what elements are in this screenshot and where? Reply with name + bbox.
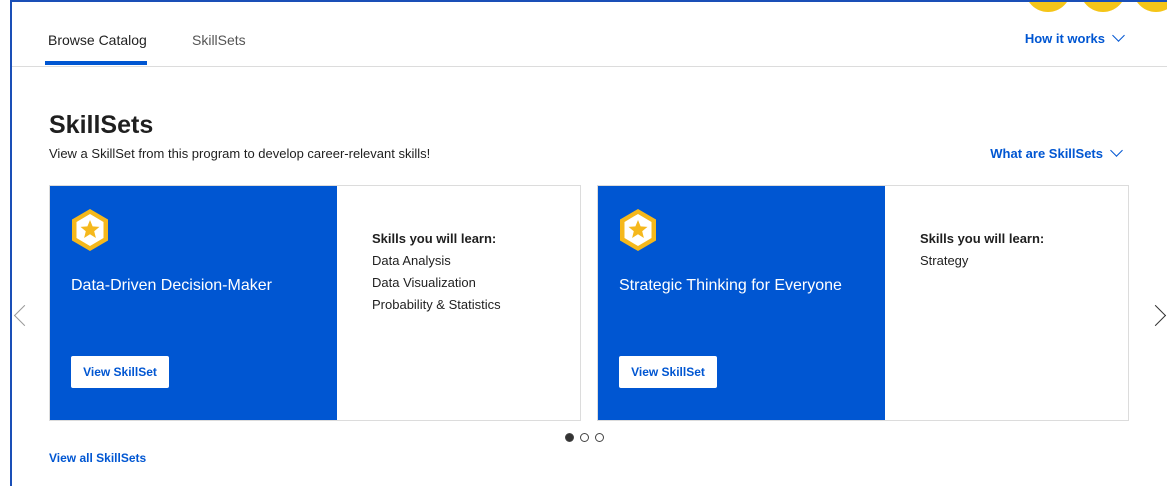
carousel-dot-3[interactable] [595,433,604,442]
skill-item: Probability & Statistics [372,297,501,312]
chevron-down-icon [1112,29,1125,42]
carousel-pagination [565,433,604,442]
frame-left-border [10,0,12,486]
section-title: SkillSets [49,111,154,139]
skills-list: Skills you will learn: Strategy [920,228,1044,272]
chevron-right-icon[interactable] [1144,304,1167,327]
skillset-card: Strategic Thinking for Everyone View Ski… [597,185,1129,421]
what-are-skillsets-label: What are SkillSets [990,146,1103,161]
tab-browse-catalog[interactable]: Browse Catalog [48,32,147,48]
skills-heading: Skills you will learn: [372,231,497,246]
top-nav: Browse Catalog SkillSets How it works [12,2,1167,67]
skill-item: Strategy [920,253,969,268]
skill-item: Data Visualization [372,275,476,290]
page-frame: Browse Catalog SkillSets How it works Sk… [0,0,1167,486]
section-subtitle: View a SkillSet from this program to dev… [49,146,431,161]
what-are-skillsets-toggle[interactable]: What are SkillSets [990,144,1123,161]
carousel-dot-2[interactable] [580,433,589,442]
view-all-skillsets-link[interactable]: View all SkillSets [49,451,146,465]
how-it-works-toggle[interactable]: How it works [1024,29,1125,46]
skills-heading: Skills you will learn: [920,231,1045,246]
chevron-left-icon[interactable] [13,304,36,327]
card-title: Strategic Thinking for Everyone [619,277,842,294]
how-it-works-label: How it works [1024,31,1105,46]
tab-skillsets[interactable]: SkillSets [192,32,246,48]
view-skillset-button[interactable]: View SkillSet [619,356,717,388]
card-hero: Data-Driven Decision-Maker View SkillSet [50,186,337,420]
carousel-dot-1[interactable] [565,433,574,442]
skillset-card: Data-Driven Decision-Maker View SkillSet… [49,185,581,421]
star-badge-icon [620,209,656,251]
skills-list: Skills you will learn: Data Analysis Dat… [372,228,501,316]
card-hero: Strategic Thinking for Everyone View Ski… [598,186,885,420]
star-badge-icon [72,209,108,251]
active-tab-indicator [45,61,147,65]
card-title: Data-Driven Decision-Maker [71,277,272,294]
view-skillset-button[interactable]: View SkillSet [71,356,169,388]
skill-item: Data Analysis [372,253,451,268]
chevron-down-icon [1110,144,1123,157]
